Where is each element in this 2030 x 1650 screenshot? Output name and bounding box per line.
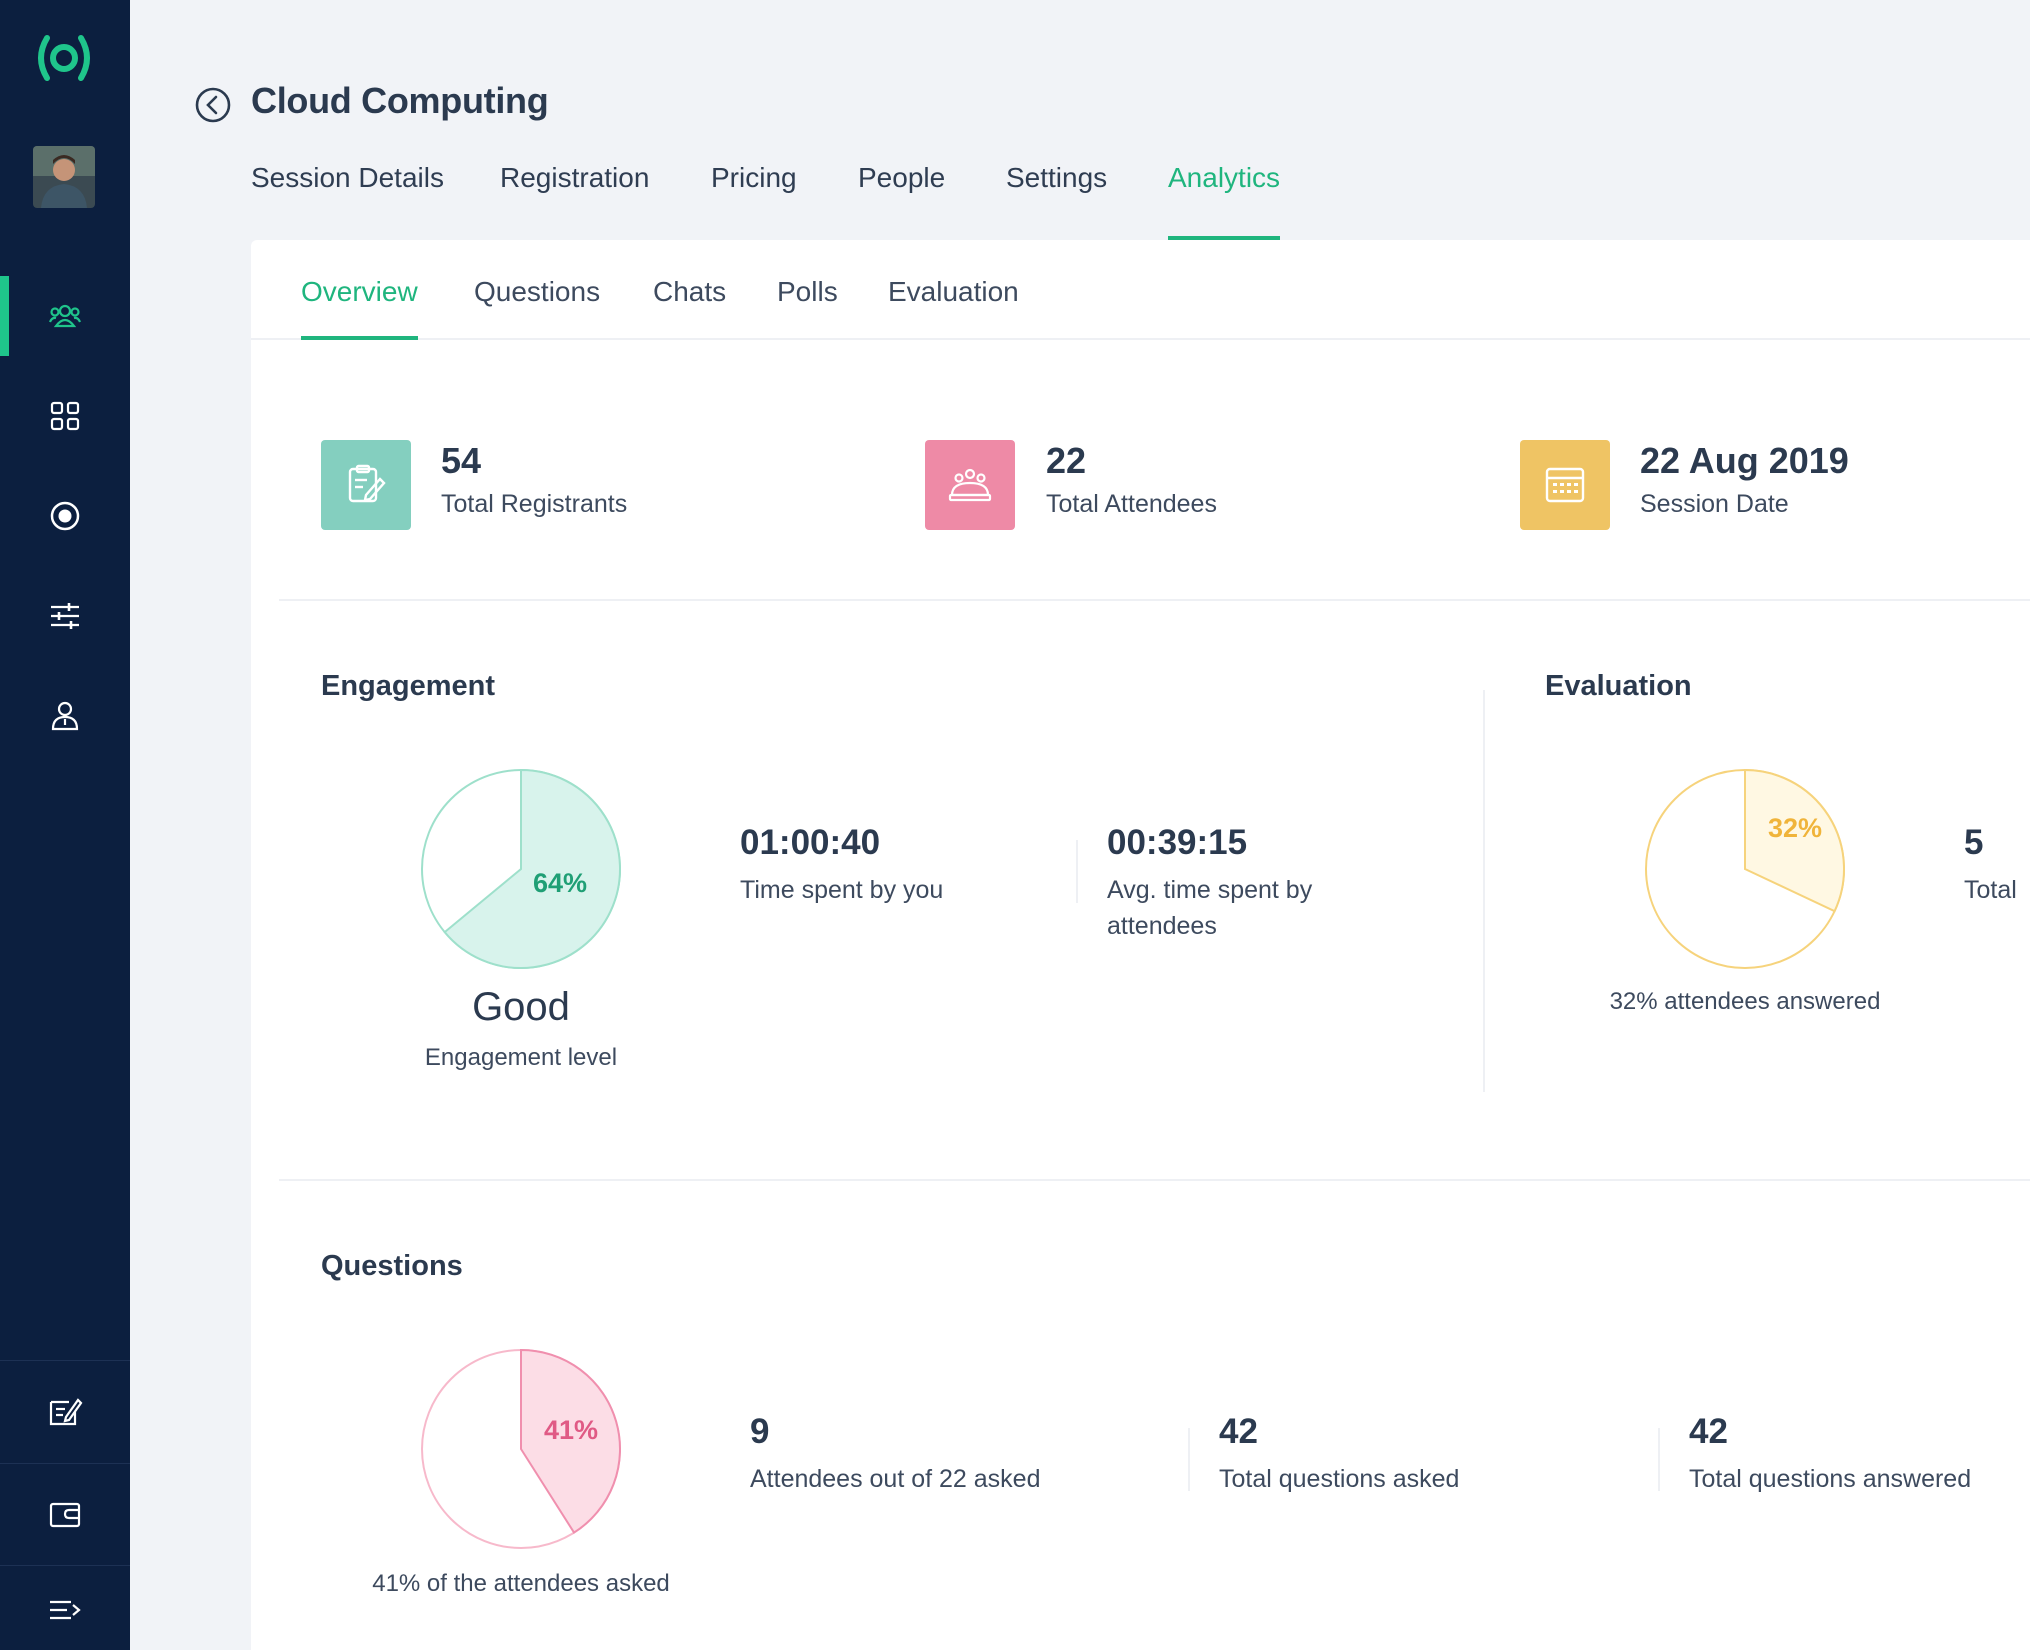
people-group-icon xyxy=(48,304,82,328)
divider xyxy=(279,1179,2030,1181)
engagement-pie-chart: 64% xyxy=(421,768,621,969)
subtab-label: Evaluation xyxy=(888,276,1019,307)
divider xyxy=(1076,840,1078,903)
evaluation-total-value: 5 xyxy=(1964,823,1984,862)
session-date-value: 22 Aug 2019 xyxy=(1640,440,1849,481)
subtab-polls[interactable]: Polls xyxy=(777,276,838,340)
divider xyxy=(1658,1428,1660,1491)
questions-asked-label: Total questions asked xyxy=(1219,1465,1460,1493)
tab-label: People xyxy=(858,162,946,193)
questions-caption: 41% of the attendees asked xyxy=(372,1570,670,1597)
attendees-value: 22 xyxy=(1046,440,1087,481)
subtab-label: Chats xyxy=(653,276,727,307)
registrants-label: Total Registrants xyxy=(441,490,628,518)
tab-pricing[interactable]: Pricing xyxy=(711,162,797,240)
subtab-label: Questions xyxy=(474,276,601,307)
record-icon xyxy=(50,501,80,531)
engagement-level-value: Good xyxy=(472,985,570,1029)
avg-time-label: Avg. time spent by attendees xyxy=(1107,876,1313,940)
time-spent-you-label: Time spent by you xyxy=(740,876,944,904)
edit-list-icon xyxy=(49,1398,83,1426)
sidebar xyxy=(0,0,130,1650)
attendees-label: Total Attendees xyxy=(1046,490,1217,518)
app-logo-icon[interactable] xyxy=(33,30,95,86)
page-title: Cloud Computing xyxy=(251,80,549,121)
back-arrow-icon xyxy=(195,87,231,123)
evaluation-pie-chart: 32% xyxy=(1645,768,1845,969)
registrants-value: 54 xyxy=(441,440,482,481)
tab-label: Session Details xyxy=(251,162,444,193)
evaluation-total-label: Total xyxy=(1964,876,2017,904)
analytics-card: Overview Questions Chats Polls Evaluatio… xyxy=(251,240,2030,1650)
sidebar-item-people[interactable] xyxy=(0,276,130,356)
attendees-icon-tile xyxy=(925,440,1015,530)
sidebar-item-live[interactable] xyxy=(0,476,130,556)
tab-label: Analytics xyxy=(1168,162,1281,193)
sidebar-item-dashboard[interactable] xyxy=(0,376,130,456)
subtab-label: Overview xyxy=(301,276,418,307)
tab-label: Pricing xyxy=(711,162,797,193)
questions-title: Questions xyxy=(321,1250,463,1282)
evaluation-title: Evaluation xyxy=(1545,670,1692,702)
tab-settings[interactable]: Settings xyxy=(1006,162,1107,240)
tab-people[interactable]: People xyxy=(858,162,945,240)
sidebar-item-wallet[interactable] xyxy=(0,1474,130,1554)
engagement-title: Engagement xyxy=(321,670,496,702)
sidebar-divider xyxy=(0,1565,130,1566)
sidebar-divider xyxy=(0,1360,130,1361)
session-date-icon-tile xyxy=(1520,440,1610,530)
sub-tabs: Overview Questions Chats Polls Evaluatio… xyxy=(251,240,2030,340)
time-spent-you-value: 01:00:40 xyxy=(740,823,881,862)
subtab-label: Polls xyxy=(777,276,838,307)
sidebar-item-profile[interactable] xyxy=(0,676,130,756)
wallet-icon xyxy=(49,1502,81,1528)
tab-session-details[interactable]: Session Details xyxy=(251,162,444,240)
sliders-icon xyxy=(51,603,79,629)
evaluation-percent-label: 32% xyxy=(1768,813,1822,843)
tab-label: Settings xyxy=(1006,162,1108,193)
calendar-icon xyxy=(1545,467,1585,503)
sidebar-item-edit[interactable] xyxy=(0,1372,130,1452)
divider xyxy=(279,599,2030,601)
section-divider xyxy=(1483,690,1485,1092)
sidebar-collapse-button[interactable] xyxy=(0,1570,130,1650)
questions-asked-value: 42 xyxy=(1219,1412,1258,1451)
tab-analytics[interactable]: Analytics xyxy=(1168,162,1281,240)
attendees-asked-label: Attendees out of 22 asked xyxy=(750,1465,1041,1493)
questions-answered-value: 42 xyxy=(1689,1412,1728,1451)
grid-icon xyxy=(50,401,80,431)
active-subtab-indicator xyxy=(301,336,418,340)
divider xyxy=(1188,1428,1190,1491)
attendees-icon xyxy=(948,468,992,502)
sidebar-item-controls[interactable] xyxy=(0,576,130,656)
questions-pie-chart: 41% xyxy=(421,1348,622,1549)
evaluation-caption: 32% attendees answered xyxy=(1609,988,1881,1015)
tab-label: Registration xyxy=(500,162,650,193)
tab-registration[interactable]: Registration xyxy=(500,162,649,240)
sidebar-divider xyxy=(0,1463,130,1464)
questions-answered-label: Total questions answered xyxy=(1689,1465,1972,1493)
engagement-percent-label: 64% xyxy=(533,868,587,898)
questions-percent-label: 41% xyxy=(544,1415,598,1445)
subtab-evaluation[interactable]: Evaluation xyxy=(888,276,1019,340)
subtab-chats[interactable]: Chats xyxy=(653,276,726,340)
back-button[interactable] xyxy=(194,86,232,124)
avatar[interactable] xyxy=(33,146,95,208)
attendees-asked-value: 9 xyxy=(750,1412,770,1451)
subtab-questions[interactable]: Questions xyxy=(474,276,600,340)
clipboard-edit-icon xyxy=(348,464,386,503)
registrants-icon-tile xyxy=(321,440,411,530)
engagement-level-label: Engagement level xyxy=(424,1044,618,1071)
avg-time-value: 00:39:15 xyxy=(1107,823,1248,862)
user-icon xyxy=(51,701,79,731)
session-date-label: Session Date xyxy=(1640,490,1789,518)
collapse-menu-icon xyxy=(50,1600,81,1620)
subtab-overview[interactable]: Overview xyxy=(301,276,418,340)
